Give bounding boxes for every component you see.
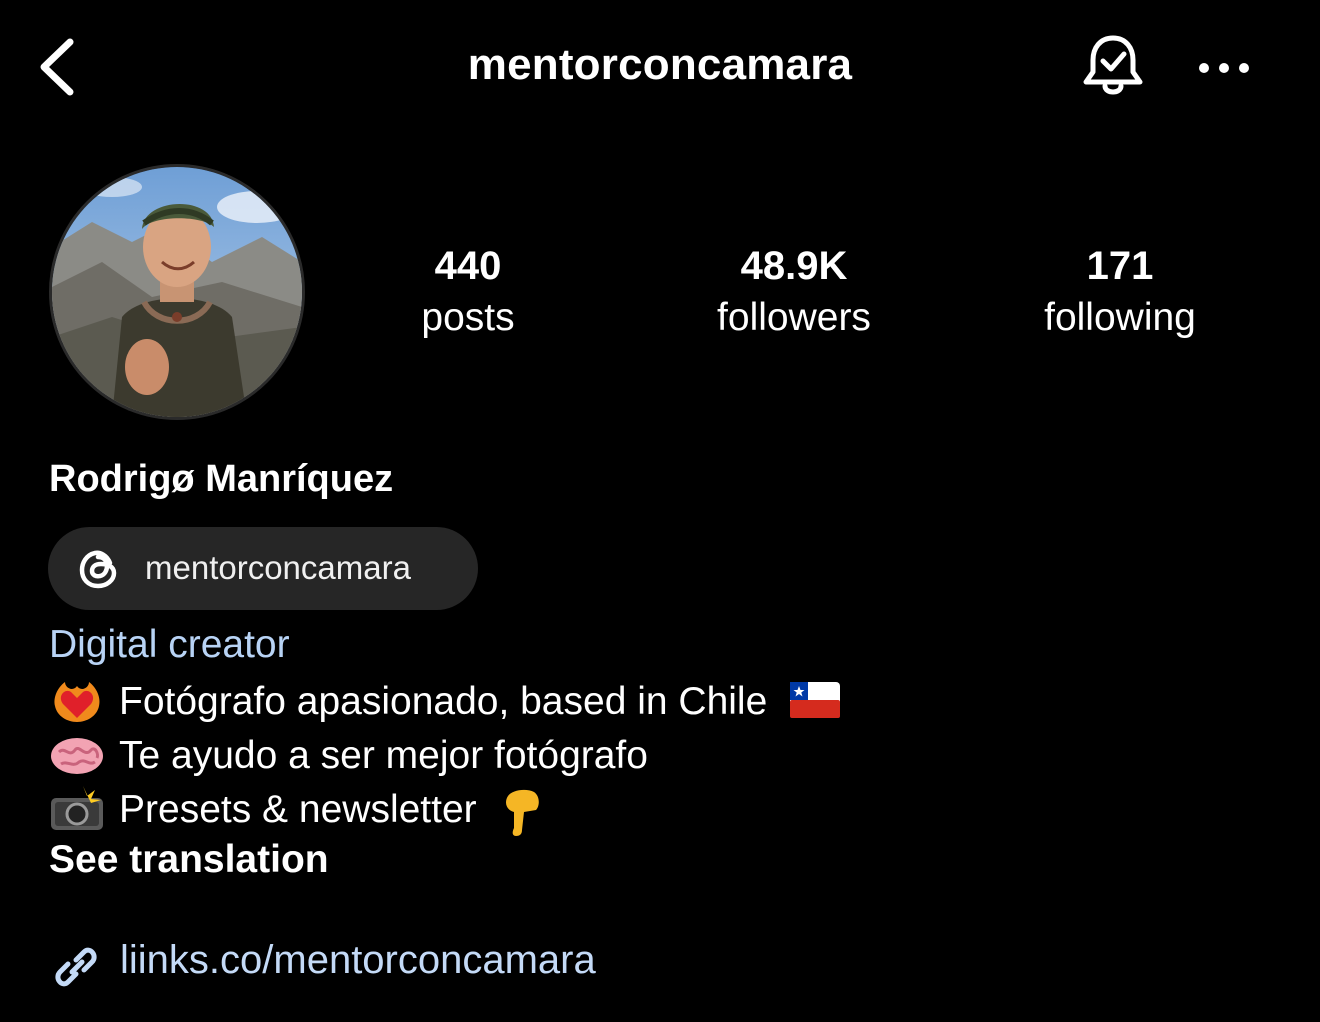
followers-count: 48.9K bbox=[740, 244, 848, 288]
bio-text: Presets & newsletter bbox=[119, 788, 477, 831]
threads-label: mentorconcamara bbox=[145, 549, 411, 586]
profile-photo bbox=[52, 167, 302, 417]
following-stat[interactable]: 171 following bbox=[970, 238, 1270, 342]
brain-emoji bbox=[51, 738, 103, 774]
posts-label: posts bbox=[421, 296, 515, 339]
link-icon bbox=[55, 947, 97, 987]
bio-text: Te ayudo a ser mejor fotógrafo bbox=[119, 734, 648, 777]
heart-on-fire-emoji bbox=[54, 682, 100, 722]
bio-line: Presets & newsletter bbox=[49, 786, 558, 838]
link-text: liinks.co/mentorconcamara bbox=[120, 938, 596, 982]
more-options-button[interactable] bbox=[1196, 56, 1252, 80]
threads-icon bbox=[79, 550, 117, 589]
followers-stat[interactable]: 48.9K followers bbox=[644, 238, 944, 342]
followers-label: followers bbox=[717, 296, 871, 339]
more-horizontal-icon bbox=[1199, 63, 1249, 73]
category-label: Digital creator bbox=[49, 623, 290, 666]
see-translation-button[interactable]: See translation bbox=[49, 838, 329, 882]
camera-flash-emoji bbox=[51, 786, 103, 830]
following-count: 171 bbox=[1086, 244, 1154, 288]
bio-line: Te ayudo a ser mejor fotógrafo bbox=[49, 732, 648, 778]
threads-badge[interactable]: mentorconcamara bbox=[48, 527, 478, 610]
avatar[interactable] bbox=[49, 164, 305, 420]
bio-text: Fotógrafo apasionado, based in Chile bbox=[119, 680, 768, 723]
display-name: Rodrigø Manríquez bbox=[49, 458, 394, 500]
pointing-down-emoji bbox=[505, 789, 539, 836]
chile-flag-emoji bbox=[790, 682, 841, 718]
posts-stat[interactable]: 440 posts bbox=[318, 238, 618, 342]
following-label: following bbox=[1044, 296, 1196, 339]
posts-count: 440 bbox=[434, 244, 502, 288]
notifications-button[interactable] bbox=[1080, 30, 1146, 102]
bell-check-icon bbox=[1083, 35, 1143, 95]
bio-line: Fotógrafo apasionado, based in Chile bbox=[49, 678, 854, 724]
